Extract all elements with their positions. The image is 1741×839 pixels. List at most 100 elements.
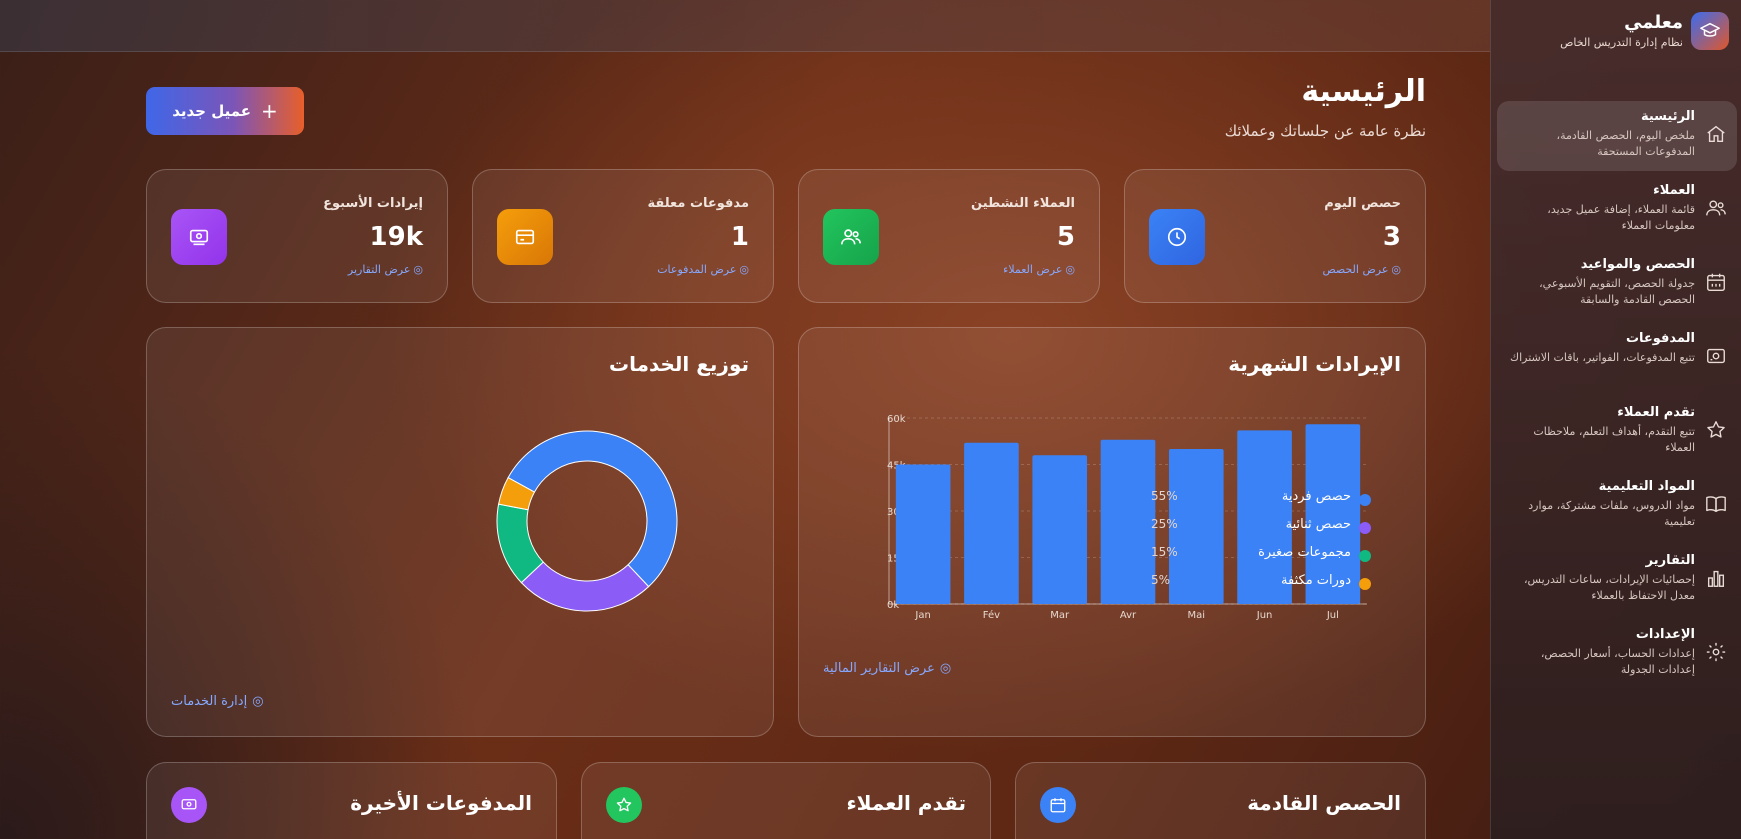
view-reports-link[interactable]: ◎ عرض التقارير <box>348 263 423 276</box>
legend-item: حصص فردية 55% <box>1151 488 1371 516</box>
view-sessions-link[interactable]: ◎ عرض الحصص <box>1322 263 1401 276</box>
home-icon <box>1705 123 1727 145</box>
sidebar-item-title: تقدم العملاء <box>1617 405 1695 420</box>
sidebar-item-home[interactable]: الرئيسية ملخص اليوم، الحصص القادمة، المد… <box>1497 101 1737 171</box>
x-tick-label: Jan <box>914 610 930 621</box>
services-legend: حصص فردية 55% حصص ثنائية 25% مجموعات صغيرة 15… <box>1151 488 1371 600</box>
new-client-button[interactable]: + عميل جديد <box>146 87 304 135</box>
legend-dot <box>1359 494 1371 506</box>
x-tick-label: Mar <box>1050 610 1070 621</box>
sidebar-item-desc: مواد الدروس، ملفات مشتركة، موارد تعليمية <box>1528 499 1695 528</box>
stat-link-label: عرض المدفوعات <box>657 263 737 276</box>
x-tick-label: Jun <box>1256 610 1273 621</box>
page-subtitle: نظرة عامة عن جلساتك وعملائك <box>1224 122 1426 140</box>
x-tick-label: Jul <box>1326 610 1339 621</box>
calendar-icon <box>1705 271 1727 293</box>
stat-card-active-clients: العملاء النشطين 5 ◎ عرض العملاء <box>798 169 1100 303</box>
sidebar-item-title: المواد التعليمية <box>1598 479 1695 494</box>
manage-services-link[interactable]: ◎ إدارة الخدمات <box>171 694 264 709</box>
x-tick-label: Mai <box>1188 610 1206 621</box>
panel-title: توزيع الخدمات <box>608 352 749 376</box>
stat-label: إيرادات الأسبوع <box>323 196 423 211</box>
eye-icon: ◎ <box>413 263 423 276</box>
legend-item: حصص ثنائية 25% <box>1151 516 1371 544</box>
sidebar-item-materials[interactable]: المواد التعليمية مواد الدروس، ملفات مشتر… <box>1497 471 1737 541</box>
bar[interactable] <box>1100 439 1156 604</box>
stat-label: العملاء النشطين <box>971 196 1075 211</box>
legend-percent: 5% <box>1151 573 1171 587</box>
wallet-icon <box>1705 345 1727 367</box>
legend-percent: 15% <box>1151 545 1178 559</box>
stat-link-label: عرض التقارير <box>347 263 411 276</box>
eye-icon: ◎ <box>1065 263 1075 276</box>
star-icon <box>606 787 642 823</box>
panel-link-label: عرض التقارير المالية <box>823 661 935 676</box>
upcoming-sessions-panel: الحصص القادمة <box>1015 762 1426 839</box>
bar[interactable] <box>964 442 1019 604</box>
stat-value: 19k <box>369 222 423 252</box>
book-icon <box>1705 493 1727 515</box>
users-icon <box>1705 197 1727 219</box>
legend-label: دورات مكثفة <box>1281 573 1351 588</box>
page-title: الرئيسية <box>1301 74 1426 109</box>
clock-icon <box>1149 209 1205 265</box>
client-progress-panel: تقدم العملاء <box>581 762 991 839</box>
sidebar-item-desc: تتبع المدفوعات، الفواتير، باقات الاشتراك <box>1510 351 1695 364</box>
sidebar-nav: الرئيسية ملخص اليوم، الحصص القادمة، المد… <box>1497 101 1737 693</box>
sidebar-item-clients[interactable]: العملاء قائمة العملاء، إضافة عميل جديد، … <box>1497 175 1737 245</box>
donut-slice[interactable] <box>520 561 650 612</box>
x-tick-label: Fév <box>983 609 1000 621</box>
stat-link-label: عرض العملاء <box>1003 263 1063 276</box>
sidebar: معلمي نظام إدارة التدريس الخاص الرئيسية … <box>1490 0 1741 839</box>
legend-label: حصص فردية <box>1281 489 1351 504</box>
legend-dot <box>1359 522 1371 534</box>
sidebar-item-title: العملاء <box>1653 183 1695 198</box>
sidebar-item-title: الرئيسية <box>1640 109 1695 124</box>
stat-label: حصص اليوم <box>1324 196 1401 211</box>
legend-percent: 25% <box>1151 517 1178 531</box>
sidebar-item-settings[interactable]: الإعدادات إعدادات الحساب، أسعار الحصص، إ… <box>1497 619 1737 689</box>
stat-card-weekly-revenue: إيرادات الأسبوع 19k ◎ عرض التقارير <box>146 169 448 303</box>
view-financial-reports-link[interactable]: ◎ عرض التقارير المالية <box>823 661 951 676</box>
view-payments-link[interactable]: ◎ عرض المدفوعات <box>657 263 749 276</box>
legend-item: مجموعات صغيرة 15% <box>1151 544 1371 572</box>
eye-icon: ◎ <box>739 263 749 276</box>
sidebar-item-desc: ملخص اليوم، الحصص القادمة، المدفوعات الم… <box>1556 129 1695 158</box>
card-icon <box>497 209 553 265</box>
plus-icon: + <box>261 99 278 123</box>
x-tick-label: Avr <box>1120 610 1137 621</box>
bar[interactable] <box>895 464 951 605</box>
brand-subtitle: نظام إدارة التدريس الخاص <box>1560 36 1683 49</box>
bar-chart-icon <box>1705 567 1727 589</box>
bar[interactable] <box>1032 455 1088 604</box>
sidebar-item-sessions[interactable]: الحصص والمواعيد جدولة الحصص، التقويم الأ… <box>1497 249 1737 319</box>
brand-name: معلمي <box>1624 12 1683 33</box>
panel-title: تقدم العملاء <box>846 791 966 815</box>
money-icon <box>171 787 207 823</box>
legend-label: مجموعات صغيرة <box>1258 545 1351 560</box>
brand[interactable]: معلمي نظام إدارة التدريس الخاص <box>1501 10 1729 52</box>
view-clients-link[interactable]: ◎ عرض العملاء <box>1003 263 1075 276</box>
eye-icon: ◎ <box>1391 263 1401 276</box>
stat-label: مدفوعات معلقة <box>647 196 749 211</box>
sidebar-item-title: الإعدادات <box>1635 627 1695 642</box>
panel-title: المدفوعات الأخيرة <box>350 791 532 815</box>
eye-icon: ◎ <box>939 661 952 676</box>
users-icon <box>823 209 879 265</box>
calendar-icon <box>1040 787 1076 823</box>
sidebar-item-desc: إعدادات الحساب، أسعار الحصص، إعدادات الج… <box>1540 647 1695 676</box>
sidebar-item-title: التقارير <box>1645 553 1695 568</box>
legend-label: حصص ثنائية <box>1285 517 1351 532</box>
sidebar-item-desc: جدولة الحصص، التقويم الأسبوعي، الحصص الق… <box>1539 277 1695 306</box>
panel-link-label: إدارة الخدمات <box>171 694 248 709</box>
recent-payments-panel: المدفوعات الأخيرة <box>146 762 557 839</box>
panel-title: الحصص القادمة <box>1247 791 1401 815</box>
sidebar-item-desc: تتبع التقدم، أهداف التعلم، ملاحظات العمل… <box>1533 425 1695 454</box>
stat-value: 5 <box>1056 222 1075 252</box>
new-client-label: عميل جديد <box>172 102 252 120</box>
sidebar-item-progress[interactable]: تقدم العملاء تتبع التقدم، أهداف التعلم، … <box>1497 397 1737 467</box>
sidebar-item-reports[interactable]: التقارير إحصائيات الإيرادات، ساعات التدر… <box>1497 545 1737 615</box>
money-icon <box>171 209 227 265</box>
sidebar-item-payments[interactable]: المدفوعات تتبع المدفوعات، الفواتير، باقا… <box>1497 323 1737 393</box>
sidebar-item-desc: قائمة العملاء، إضافة عميل جديد، معلومات … <box>1547 203 1695 232</box>
